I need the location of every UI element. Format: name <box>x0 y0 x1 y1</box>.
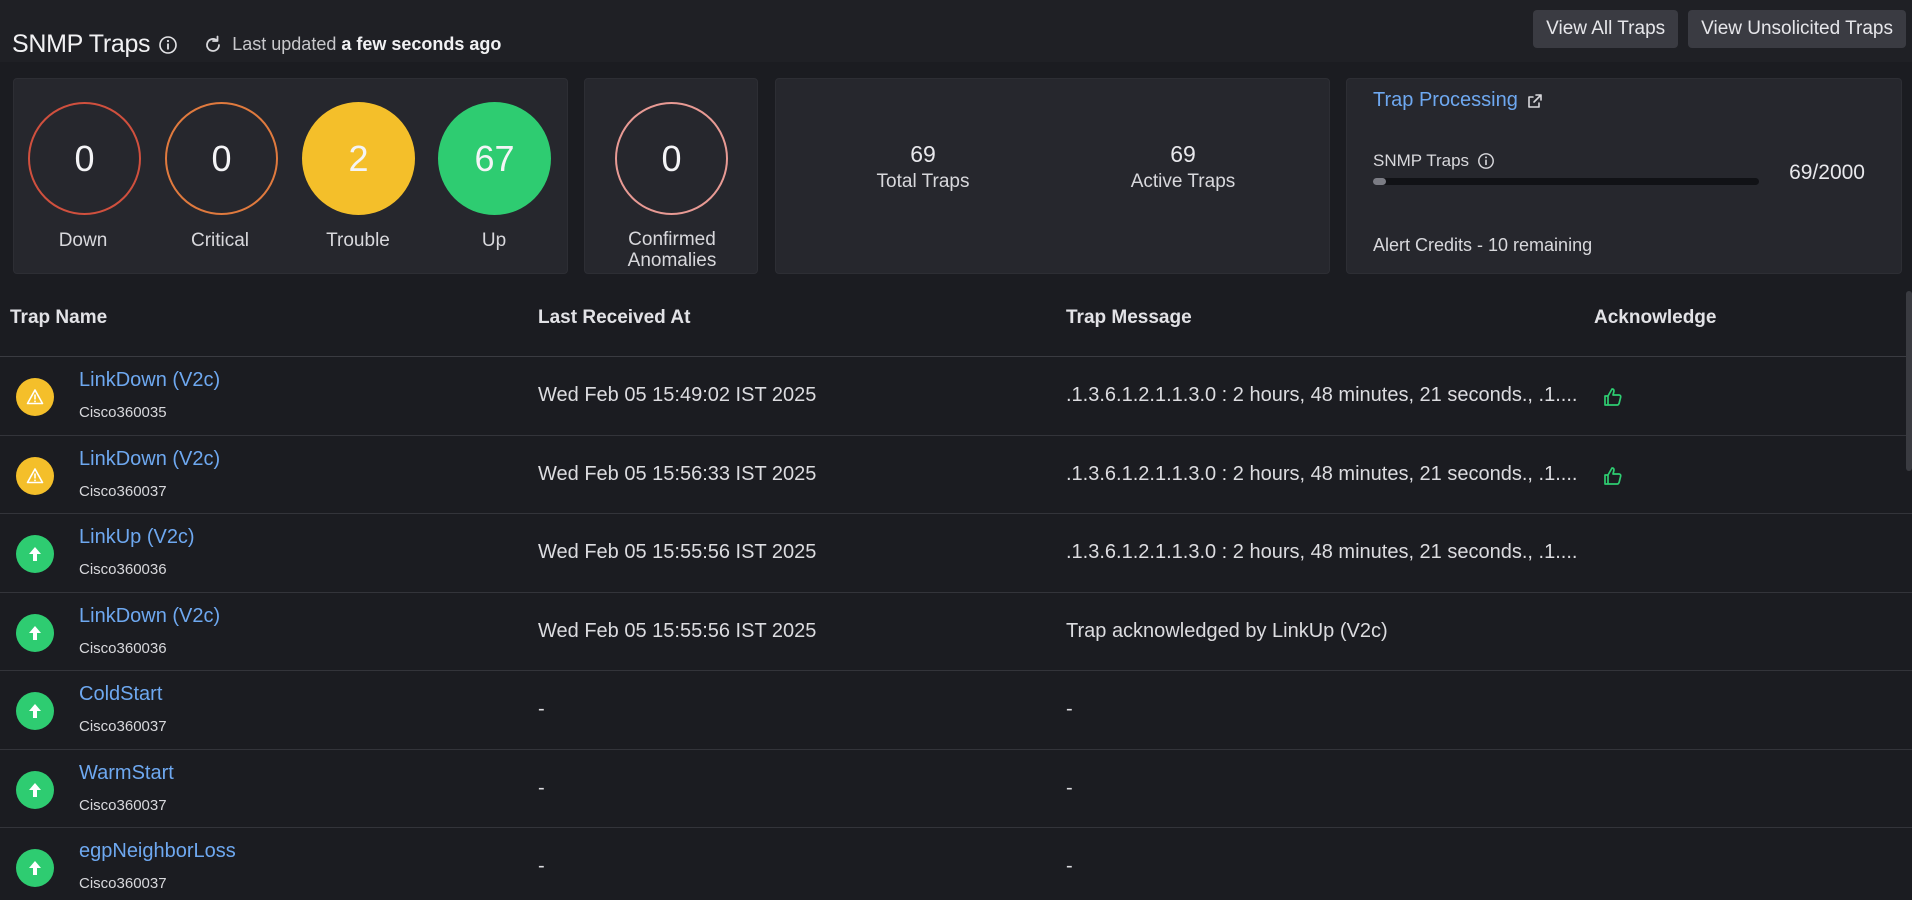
refresh-icon[interactable] <box>202 34 224 56</box>
status-summary-card: 0 Down 0 Critical 2 Trouble 67 Up <box>13 78 568 274</box>
trouble-count-circle[interactable]: 2 <box>302 102 415 215</box>
arrow-up-icon <box>29 704 41 718</box>
trap-name-link[interactable]: LinkDown (V2c) <box>79 605 220 628</box>
status-up-indicator <box>16 770 54 809</box>
table-row[interactable]: ColdStart Cisco360037 - - <box>0 671 1912 750</box>
device-name: Cisco360035 <box>79 404 167 421</box>
last-received-at: - <box>538 855 545 877</box>
critical-label: Critical <box>190 230 250 251</box>
table-row[interactable]: LinkDown (V2c) Cisco360036 Wed Feb 05 15… <box>0 593 1912 671</box>
active-traps-value: 69 <box>1170 141 1196 167</box>
table-row[interactable]: WarmStart Cisco360037 - - <box>0 750 1912 828</box>
trap-processing-link[interactable]: Trap Processing <box>1373 89 1544 112</box>
table-row[interactable]: LinkDown (V2c) Cisco360037 Wed Feb 05 15… <box>0 436 1912 514</box>
trap-name-link[interactable]: WarmStart <box>79 762 174 785</box>
trap-message: Trap acknowledged by LinkUp (V2c) <box>1066 619 1388 642</box>
status-trouble-indicator <box>16 456 54 495</box>
arrow-up-icon <box>29 625 41 640</box>
trap-processing-card: Trap Processing SNMP Traps 69/2000 Alert… <box>1346 78 1902 274</box>
device-name: Cisco360036 <box>79 639 167 657</box>
status-up-indicator <box>16 849 54 887</box>
last-received-at: - <box>538 776 545 799</box>
status-trouble-indicator <box>16 378 54 416</box>
title-row: SNMP Traps Last updated a few seconds ag… <box>12 30 501 59</box>
status-up-indicator <box>16 692 54 730</box>
trap-message: - <box>1066 698 1073 720</box>
trap-message: .1.3.6.1.2.1.1.3.0 : 2 hours, 48 minutes… <box>1066 541 1578 563</box>
device-name: Cisco360037 <box>79 796 167 814</box>
down-label: Down <box>58 230 108 251</box>
col-last-received[interactable]: Last Received At <box>538 307 690 329</box>
col-trap-name[interactable]: Trap Name <box>10 307 107 329</box>
trap-name-link[interactable]: LinkDown (V2c) <box>79 448 220 471</box>
anomalies-count-circle[interactable]: 0 <box>615 102 728 215</box>
view-unsolicited-traps-button[interactable]: View Unsolicited Traps <box>1688 10 1906 48</box>
traps-table: Trap Name Last Received At Trap Message … <box>0 291 1912 900</box>
page-title: SNMP Traps <box>12 30 151 58</box>
trap-message: .1.3.6.1.2.1.1.3.0 : 2 hours, 48 minutes… <box>1066 384 1578 406</box>
external-link-icon[interactable] <box>1526 92 1544 110</box>
trap-name-link[interactable]: LinkUp (V2c) <box>79 526 195 549</box>
anomalies-label-line2: Anomalies <box>627 250 717 271</box>
device-name: Cisco360036 <box>79 561 167 578</box>
trap-message: - <box>1066 776 1073 799</box>
status-up-indicator <box>16 535 54 573</box>
trap-name-link[interactable]: LinkDown (V2c) <box>79 369 220 392</box>
down-count-circle[interactable]: 0 <box>28 102 141 215</box>
last-updated: Last updated a few seconds ago <box>232 34 502 54</box>
table-row[interactable]: egpNeighborLoss Cisco360037 - - <box>0 828 1912 900</box>
warning-icon <box>26 467 44 483</box>
alert-credits: Alert Credits - 10 remaining <box>1373 235 1593 255</box>
arrow-up-icon <box>29 782 41 797</box>
info-icon[interactable] <box>1477 152 1495 170</box>
arrow-up-icon <box>29 861 41 875</box>
device-name: Cisco360037 <box>79 482 167 500</box>
last-received-at: - <box>538 698 545 720</box>
table-row[interactable]: LinkDown (V2c) Cisco360035 Wed Feb 05 15… <box>0 357 1912 436</box>
total-traps-label: Total Traps <box>876 171 970 192</box>
usage-count: 69/2000 <box>1789 161 1865 184</box>
trap-processing-link-text[interactable]: Trap Processing <box>1373 89 1518 112</box>
col-trap-message[interactable]: Trap Message <box>1066 307 1192 329</box>
total-traps-value: 69 <box>910 141 936 167</box>
trouble-label: Trouble <box>326 230 390 251</box>
anomalies-card: 0 Confirmed Anomalies <box>584 78 758 274</box>
up-label: Up <box>481 230 507 251</box>
col-acknowledge[interactable]: Acknowledge <box>1594 307 1716 329</box>
last-received-at: Wed Feb 05 15:56:33 IST 2025 <box>538 462 817 485</box>
device-name: Cisco360037 <box>79 718 167 735</box>
status-up-indicator <box>16 613 54 652</box>
trap-message: .1.3.6.1.2.1.1.3.0 : 2 hours, 48 minutes… <box>1066 462 1578 485</box>
device-name: Cisco360037 <box>79 875 167 892</box>
last-received-at: Wed Feb 05 15:55:56 IST 2025 <box>538 541 817 563</box>
trap-name-link[interactable]: ColdStart <box>79 683 162 706</box>
critical-count-circle[interactable]: 0 <box>165 102 278 215</box>
trap-counts-card: 69 Total Traps 69 Active Traps <box>775 78 1330 274</box>
table-row[interactable]: LinkUp (V2c) Cisco360036 Wed Feb 05 15:5… <box>0 514 1912 593</box>
thumbs-up-icon[interactable] <box>1602 465 1624 487</box>
arrow-up-icon <box>29 547 41 561</box>
table-header: Trap Name Last Received At Trap Message … <box>0 291 1912 357</box>
last-updated-value: a few seconds ago <box>341 34 502 54</box>
usage-progress-bar <box>1373 178 1759 185</box>
trap-name-link[interactable]: egpNeighborLoss <box>79 840 236 863</box>
thumbs-up-icon[interactable] <box>1602 386 1624 408</box>
last-received-at: Wed Feb 05 15:55:56 IST 2025 <box>538 619 817 642</box>
active-traps-label: Active Traps <box>1130 171 1236 192</box>
last-received-at: Wed Feb 05 15:49:02 IST 2025 <box>538 384 817 406</box>
trap-message: - <box>1066 855 1073 877</box>
page-header: SNMP Traps Last updated a few seconds ag… <box>0 0 1912 62</box>
anomalies-label-line1: Confirmed <box>628 229 716 250</box>
view-all-traps-button[interactable]: View All Traps <box>1533 10 1679 48</box>
table-body: LinkDown (V2c) Cisco360035 Wed Feb 05 15… <box>0 357 1912 900</box>
scrollbar[interactable] <box>1906 291 1912 471</box>
info-icon[interactable] <box>158 35 178 55</box>
warning-icon <box>26 389 44 405</box>
top-buttons: View All Traps View Unsolicited Traps <box>1533 10 1906 48</box>
usage-label: SNMP Traps <box>1373 151 1495 171</box>
up-count-circle[interactable]: 67 <box>438 102 551 215</box>
usage-progress-fill <box>1373 178 1387 185</box>
